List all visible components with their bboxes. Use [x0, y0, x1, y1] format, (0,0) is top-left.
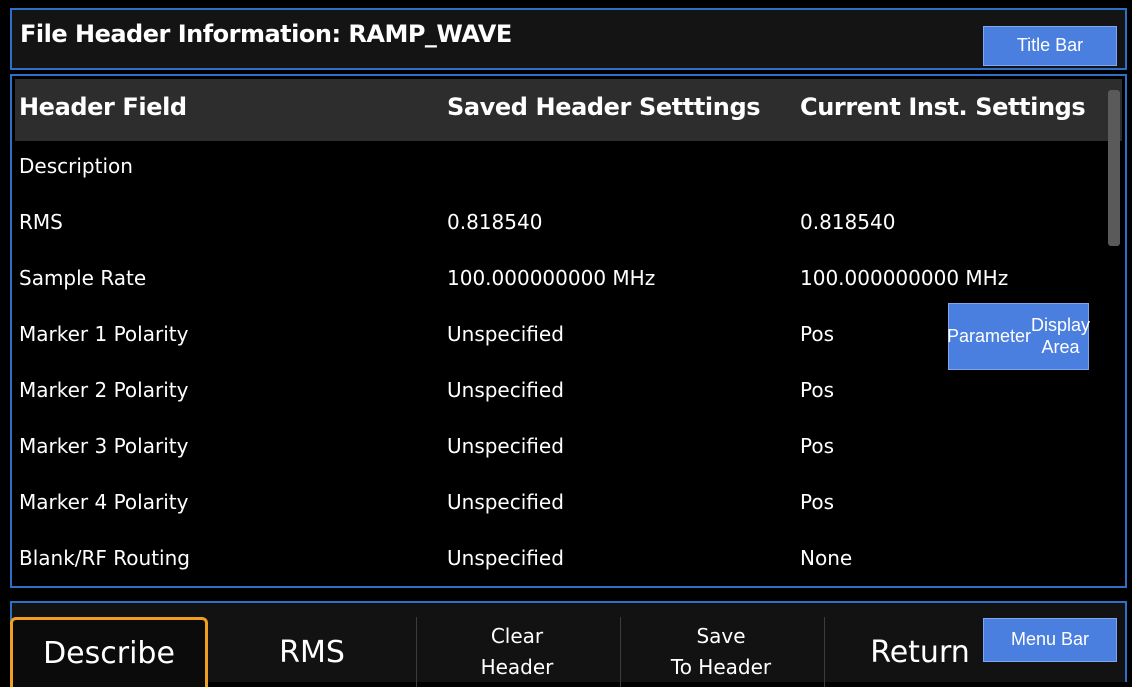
- saved-value: Unspecified: [447, 490, 564, 514]
- table-row-description[interactable]: Description: [15, 141, 1122, 197]
- field-name: Marker 2 Polarity: [19, 378, 189, 402]
- menu-bar-callout: Menu Bar: [983, 618, 1117, 662]
- table-row-rms[interactable]: RMS 0.818540 0.818540: [15, 197, 1122, 253]
- describe-softkey[interactable]: Describe: [10, 617, 208, 687]
- softkey-label-line-2: To Header: [670, 655, 772, 679]
- saved-value: Unspecified: [447, 434, 564, 458]
- field-name: Description: [19, 154, 133, 178]
- field-name: Marker 4 Polarity: [19, 490, 189, 514]
- current-inst-settings-column: Current Inst. Settings: [800, 93, 1086, 121]
- softkey-label-line-1: Clear: [490, 624, 544, 648]
- field-name: Marker 3 Polarity: [19, 434, 189, 458]
- clear-header-softkey[interactable]: Clear Header: [417, 617, 617, 687]
- softkey-label: Describe: [43, 636, 175, 671]
- current-value: Pos: [800, 490, 835, 514]
- softkey-label: Return: [870, 634, 970, 670]
- rms-softkey[interactable]: RMS: [212, 617, 412, 687]
- title-bar-callout: Title Bar: [983, 26, 1117, 66]
- current-value: None: [800, 546, 853, 570]
- table-row-marker-4-polarity[interactable]: Marker 4 Polarity Unspecified Pos: [15, 477, 1122, 533]
- callout-line-2: Display Area: [1031, 314, 1091, 357]
- table-header-row: Header Field Saved Header Setttings Curr…: [15, 79, 1122, 141]
- field-name: Sample Rate: [19, 266, 147, 290]
- parameter-display-area-callout: Parameter Display Area: [946, 303, 1091, 370]
- table-row-marker-3-polarity[interactable]: Marker 3 Polarity Unspecified Pos: [15, 421, 1122, 477]
- vertical-scrollbar[interactable]: [1108, 90, 1120, 246]
- save-to-header-softkey[interactable]: Save To Header: [621, 617, 821, 687]
- saved-value: 0.818540: [447, 210, 543, 234]
- saved-value: Unspecified: [447, 322, 564, 346]
- title-bar: File Header Information: RAMP_WAVE: [10, 8, 1127, 70]
- table-row-sample-rate[interactable]: Sample Rate 100.000000000 MHz 100.000000…: [15, 253, 1122, 309]
- saved-header-settings-column: Saved Header Setttings: [447, 93, 761, 121]
- saved-value: Unspecified: [447, 378, 564, 402]
- softkey-label-line-2: Header: [480, 655, 554, 679]
- header-field-column: Header Field: [19, 93, 187, 121]
- softkey-label-line-1: Save: [696, 624, 746, 648]
- softkey-label: RMS: [279, 634, 345, 670]
- table-row-blank-rf-routing[interactable]: Blank/RF Routing Unspecified None: [15, 533, 1122, 589]
- current-value: Pos: [800, 434, 835, 458]
- current-value: 0.818540: [800, 210, 896, 234]
- current-value: 100.000000000 MHz: [800, 266, 1009, 290]
- field-name: RMS: [19, 210, 63, 234]
- table-row-marker-2-polarity[interactable]: Marker 2 Polarity Unspecified Pos: [15, 365, 1122, 421]
- current-value: Pos: [800, 322, 835, 346]
- saved-value: Unspecified: [447, 546, 564, 570]
- field-name: Marker 1 Polarity: [19, 322, 189, 346]
- callout-line-1: Parameter: [946, 325, 1032, 346]
- current-value: Pos: [800, 378, 835, 402]
- page-title: File Header Information: RAMP_WAVE: [20, 20, 512, 48]
- field-name: Blank/RF Routing: [19, 546, 190, 570]
- menu-bar: Describe RMS Clear Header Save To Header…: [10, 601, 1127, 687]
- saved-value: 100.000000000 MHz: [447, 266, 656, 290]
